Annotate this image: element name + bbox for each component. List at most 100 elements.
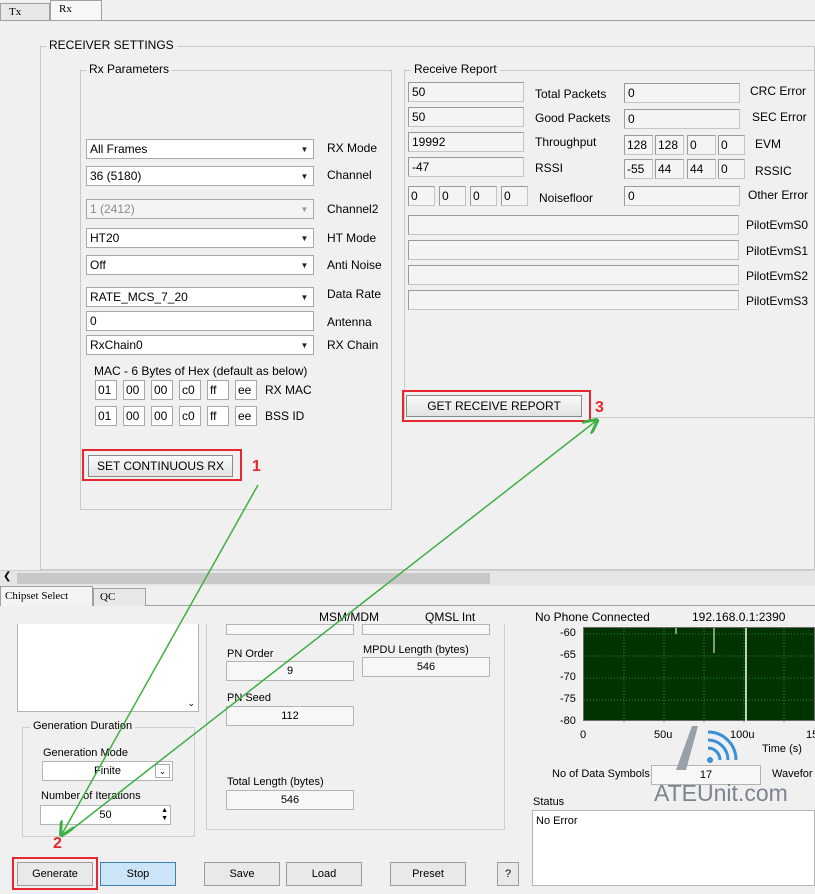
noisefloor-label: Noisefloor: [539, 191, 594, 205]
rx-chain-label: RX Chain: [327, 338, 379, 352]
evm-field-2: 128: [655, 135, 684, 155]
data-rate-value: RATE_MCS_7_20: [90, 290, 188, 304]
x-tick-label: 150u: [806, 729, 815, 741]
bss-id-byte-4[interactable]: c0: [179, 406, 201, 426]
noisefloor-field-4: 0: [501, 186, 528, 206]
bss-id-byte-2[interactable]: 00: [123, 406, 145, 426]
chevron-down-icon: ⌄: [155, 764, 170, 778]
antenna-label: Antenna: [327, 315, 372, 329]
chevron-down-icon[interactable]: ⌄: [187, 698, 195, 709]
tab-chipset-select[interactable]: Chipset Select: [0, 586, 93, 606]
good-packets-field: 50: [408, 107, 524, 127]
bss-id-byte-6[interactable]: ee: [235, 406, 257, 426]
noisefloor-field-2: 0: [439, 186, 466, 206]
anti-noise-label: Anti Noise: [327, 258, 382, 272]
noisefloor-field-3: 0: [470, 186, 497, 206]
scroll-left-icon[interactable]: ❮: [3, 571, 11, 582]
bss-id-byte-3[interactable]: 00: [151, 406, 173, 426]
chevron-down-icon: ▼: [300, 261, 309, 270]
preset-button[interactable]: Preset: [390, 862, 466, 886]
pilot-evm-s0-label: PilotEvmS0: [746, 218, 809, 232]
pilot-evm-s0-field: [408, 215, 739, 235]
channel2-label: Channel2: [327, 202, 379, 216]
save-button[interactable]: Save: [204, 862, 280, 886]
pn-seed-label: PN Seed: [227, 692, 272, 704]
annotation-number-3: 3: [595, 399, 604, 416]
rx-parameters-title: Rx Parameters: [86, 62, 173, 76]
crc-error-label: CRC Error: [750, 84, 806, 98]
y-tick-label: -60: [560, 627, 576, 639]
pilot-evm-s2-label: PilotEvmS2: [746, 269, 809, 283]
generation-mode-value: Finite: [94, 765, 121, 777]
pilot-evm-s2-field: [408, 265, 739, 285]
data-symbols-label: No of Data Symbols: [552, 768, 650, 780]
pilot-evm-s3-label: PilotEvmS3: [746, 294, 809, 308]
rx-mac-byte-6[interactable]: ee: [235, 380, 257, 400]
iterations-value: 50: [99, 809, 112, 821]
generation-mode-select[interactable]: Finite ⌄: [42, 761, 173, 781]
watermark-text: ATEUnit.com: [654, 780, 788, 806]
chevron-down-icon: ▼: [300, 145, 309, 154]
data-rate-label: Data Rate: [327, 287, 382, 301]
rx-mac-byte-5[interactable]: ff: [207, 380, 229, 400]
anti-noise-value: Off: [90, 258, 106, 272]
load-button[interactable]: Load: [286, 862, 362, 886]
channel2-select[interactable]: 1 (2412) ▼: [86, 199, 314, 219]
pn-order-field: 9: [226, 661, 354, 681]
highlight-box-3: [402, 390, 591, 422]
tab-qc-label: QC: [100, 591, 116, 603]
rx-mac-label: RX MAC: [265, 383, 312, 397]
stop-button[interactable]: Stop: [100, 862, 176, 886]
status-box: No Error: [532, 810, 815, 886]
rx-chain-value: RxChain0: [90, 338, 143, 352]
rx-mac-byte-3[interactable]: 00: [151, 380, 173, 400]
evm-label: EVM: [755, 137, 782, 151]
rssic-field-4: 0: [718, 159, 745, 179]
bss-id-byte-1[interactable]: 01: [95, 406, 117, 426]
tab-rx[interactable]: Rx: [50, 0, 102, 21]
bss-id-byte-5[interactable]: ff: [207, 406, 229, 426]
tab-tx-label: Tx: [9, 6, 22, 18]
chevron-down-icon: ▼: [300, 293, 309, 302]
rx-mac-byte-4[interactable]: c0: [179, 380, 201, 400]
chevron-down-icon: ▼: [300, 234, 309, 243]
rx-chain-select[interactable]: RxChain0 ▼: [86, 335, 314, 355]
mpdu-length-field: 546: [362, 657, 490, 677]
help-button[interactable]: ?: [497, 862, 519, 886]
pilot-evm-s1-field: [408, 240, 739, 260]
total-packets-label: Total Packets: [535, 87, 607, 101]
tab-rx-label: Rx: [59, 3, 72, 15]
list-box[interactable]: ⌄: [17, 624, 199, 712]
channel2-value: 1 (2412): [90, 202, 135, 216]
ht-mode-select[interactable]: HT20 ▼: [86, 228, 314, 248]
status-ip: 192.168.0.1:2390: [692, 610, 786, 624]
rx-mac-byte-1[interactable]: 01: [95, 380, 117, 400]
iterations-input[interactable]: 50 ▲ ▼: [40, 805, 171, 825]
y-tick-label: -75: [560, 693, 576, 705]
horizontal-scrollbar[interactable]: ❮: [0, 570, 815, 586]
data-rate-select[interactable]: RATE_MCS_7_20 ▼: [86, 287, 314, 307]
scrollbar-thumb[interactable]: [17, 573, 490, 584]
rx-mode-select[interactable]: All Frames ▼: [86, 139, 314, 159]
tab-qc[interactable]: QC: [93, 588, 146, 606]
antenna-input[interactable]: 0: [86, 311, 314, 331]
channel-value: 36 (5180): [90, 169, 142, 183]
total-length-label: Total Length (bytes): [227, 776, 324, 788]
throughput-label: Throughput: [535, 135, 597, 149]
rssic-field-2: 44: [655, 159, 684, 179]
spinner-icon[interactable]: ▲ ▼: [161, 807, 168, 823]
channel-select[interactable]: 36 (5180) ▼: [86, 166, 314, 186]
receive-report-title: Receive Report: [411, 62, 500, 76]
tab-tx[interactable]: Tx: [0, 3, 50, 21]
anti-noise-select[interactable]: Off ▼: [86, 255, 314, 275]
highlight-box-2: [12, 857, 98, 890]
ateunit-logo-icon: [668, 718, 738, 774]
rx-mode-label: RX Mode: [327, 141, 378, 155]
y-tick-label: -65: [560, 649, 576, 661]
pilot-evm-s1-label: PilotEvmS1: [746, 244, 809, 258]
highlight-box-1: [82, 449, 242, 481]
other-error-label: Other Error: [748, 188, 809, 202]
ht-mode-label: HT Mode: [327, 231, 377, 245]
rx-mac-byte-2[interactable]: 00: [123, 380, 145, 400]
status-phone: No Phone Connected: [535, 610, 650, 624]
